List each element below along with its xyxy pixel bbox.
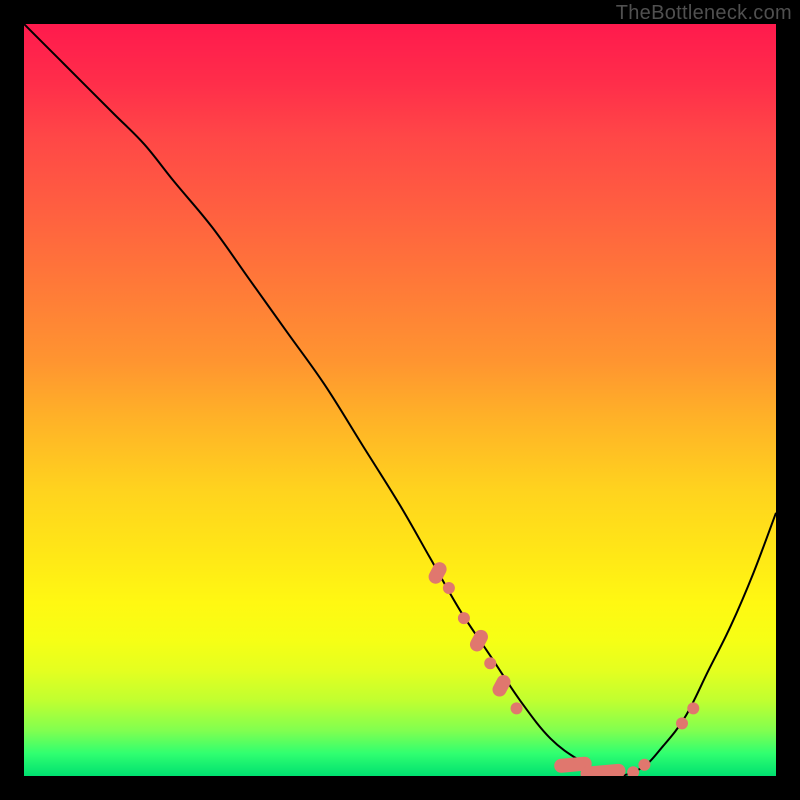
curve-svg bbox=[24, 24, 776, 776]
bottleneck-curve bbox=[24, 24, 776, 776]
curve-marker-dot bbox=[443, 582, 455, 594]
curve-marker-dot bbox=[484, 657, 496, 669]
curve-marker-dot bbox=[458, 612, 470, 624]
curve-marker-dot bbox=[638, 759, 650, 771]
watermark-text: TheBottleneck.com bbox=[616, 2, 792, 25]
curve-marker-capsule bbox=[426, 560, 449, 586]
curve-markers bbox=[426, 560, 699, 776]
chart-frame: TheBottleneck.com bbox=[0, 0, 800, 800]
curve-marker-dot bbox=[627, 766, 639, 776]
curve-marker-dot bbox=[511, 702, 523, 714]
curve-marker-dot bbox=[676, 717, 688, 729]
curve-marker-dot bbox=[687, 702, 699, 714]
plot-area bbox=[24, 24, 776, 776]
